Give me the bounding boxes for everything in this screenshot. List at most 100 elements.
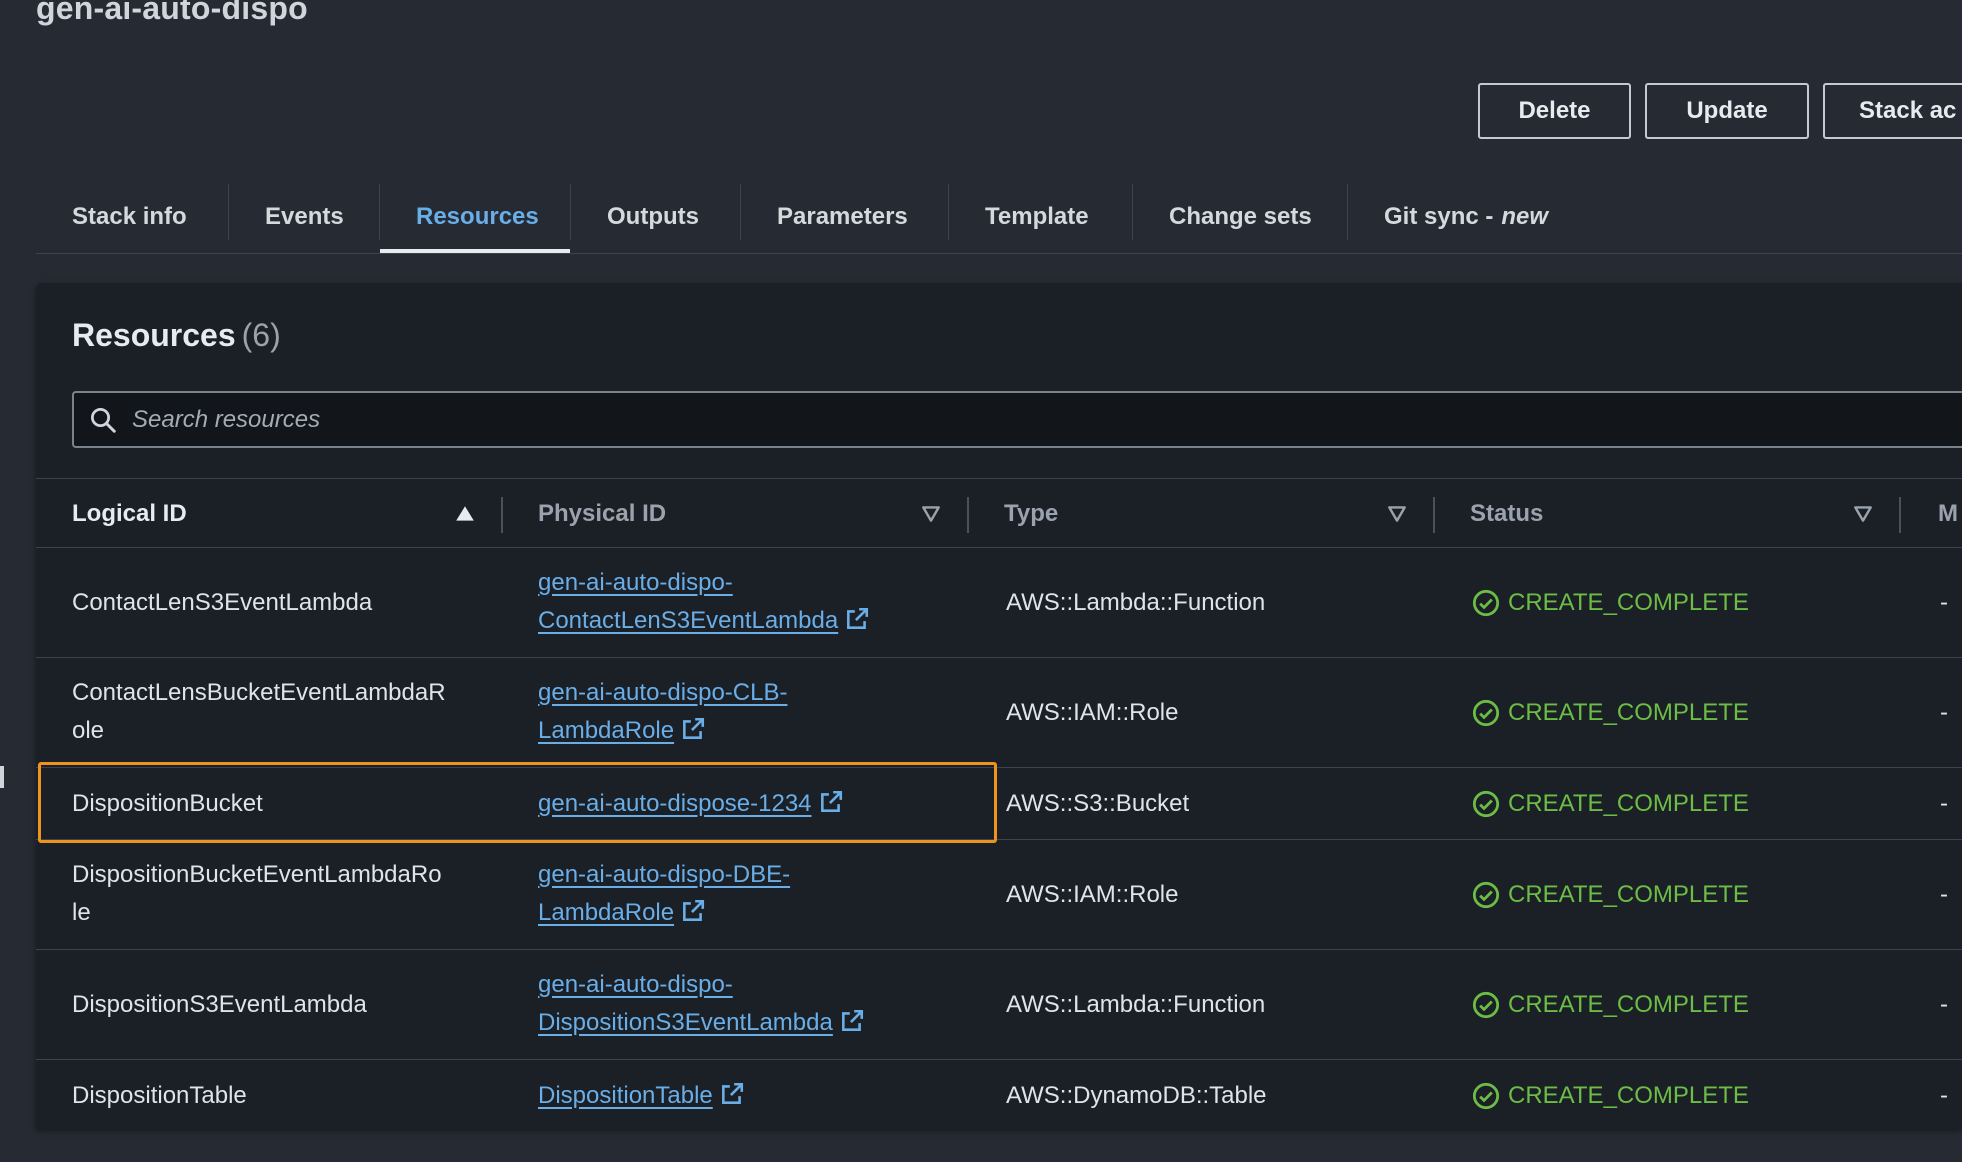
table-row: DispositionBucketEventLambdaRo le gen-ai-… [36, 840, 1962, 950]
tab-divider [228, 184, 229, 240]
tab-divider [379, 184, 380, 240]
new-badge: new [1501, 203, 1549, 230]
stack-actions-button[interactable]: Stack ac [1823, 83, 1962, 139]
column-header-type[interactable]: Type [1004, 479, 1058, 549]
tab-change-sets[interactable]: Change sets [1169, 184, 1312, 250]
table-header: Logical ID Physical ID Type Status M [36, 478, 1962, 548]
tab-git-sync-label: Git sync - [1384, 203, 1494, 230]
sort-toggle-icon[interactable] [1852, 503, 1874, 525]
status-text: CREATE_COMPLETE [1508, 589, 1749, 616]
resources-heading: Resources (6) [72, 317, 281, 354]
sort-toggle-icon[interactable] [1386, 503, 1408, 525]
tab-parameters[interactable]: Parameters [777, 184, 908, 250]
sort-ascending-icon[interactable] [454, 503, 476, 525]
success-icon [1472, 699, 1500, 727]
column-header-physical-id[interactable]: Physical ID [538, 479, 666, 549]
status-cell: CREATE_COMPLETE [1472, 876, 1892, 914]
more-cell: - [1940, 790, 1948, 817]
table-row: DispositionS3EventLambda gen-ai-auto-dis… [36, 950, 1962, 1060]
tab-outputs[interactable]: Outputs [607, 184, 699, 250]
external-link-icon[interactable] [844, 606, 870, 632]
more-cell: - [1940, 699, 1948, 726]
table-row: DispositionTable DispositionTable AWS::D… [36, 1060, 1962, 1132]
physical-id-link[interactable]: DispositionTable [538, 1082, 713, 1109]
column-separator[interactable] [1433, 497, 1435, 533]
status-text: CREATE_COMPLETE [1508, 881, 1749, 908]
physical-id-link[interactable]: gen-ai-auto-dispose-1234 [538, 790, 812, 817]
type-cell: AWS::S3::Bucket [1006, 790, 1190, 817]
logical-id-cell: ContactLenS3EventLambda [72, 589, 373, 616]
status-text: CREATE_COMPLETE [1508, 1082, 1749, 1109]
tab-stack-info[interactable]: Stack info [72, 184, 187, 250]
external-link-icon[interactable] [680, 898, 706, 924]
column-header-more[interactable]: M [1938, 479, 1958, 549]
status-text: CREATE_COMPLETE [1508, 790, 1749, 817]
search-icon [91, 407, 116, 433]
column-separator[interactable] [967, 497, 969, 533]
type-cell: AWS::IAM::Role [1006, 881, 1179, 908]
status-cell: CREATE_COMPLETE [1472, 785, 1892, 823]
status-text: CREATE_COMPLETE [1508, 699, 1749, 726]
success-icon [1472, 991, 1500, 1019]
success-icon [1472, 589, 1500, 617]
tab-divider [570, 184, 571, 240]
tab-divider [1132, 184, 1133, 240]
external-link-icon[interactable] [839, 1008, 865, 1034]
tab-resources[interactable]: Resources [416, 184, 539, 250]
external-link-icon[interactable] [719, 1081, 745, 1107]
more-cell: - [1940, 589, 1948, 616]
physical-id-cell: gen-ai-auto-dispose-1234 [538, 785, 968, 823]
success-icon [1472, 881, 1500, 909]
column-separator[interactable] [501, 497, 503, 533]
type-cell: AWS::DynamoDB::Table [1006, 1082, 1267, 1109]
tab-divider [740, 184, 741, 240]
resources-panel: Resources(6) Logical ID Physical ID Type [36, 283, 1962, 1129]
sort-toggle-icon[interactable] [920, 503, 942, 525]
success-icon [1472, 1082, 1500, 1110]
table-row: DispositionBucket gen-ai-auto-dispose-12… [36, 768, 1962, 840]
physical-id-cell: DispositionTable [538, 1077, 968, 1115]
left-edge-marker [0, 766, 4, 788]
physical-id-link[interactable]: gen-ai-auto-dispo-DBE- LambdaRole [538, 861, 790, 926]
logical-id-cell: DispositionS3EventLambda [72, 991, 367, 1018]
column-separator[interactable] [1899, 497, 1901, 533]
page-title: gen-ai-auto-dispo [36, 0, 308, 26]
more-cell: - [1940, 881, 1948, 908]
logical-id-cell: ContactLensBucketEventLambdaR ole [72, 679, 446, 744]
physical-id-cell: gen-ai-auto-dispo-DBE- LambdaRole [538, 856, 968, 932]
table-row: ContactLensBucketEventLambdaR ole gen-ai-… [36, 658, 1962, 768]
column-header-status[interactable]: Status [1470, 479, 1543, 549]
tab-divider [948, 184, 949, 240]
resources-heading-label: Resources [72, 317, 236, 353]
physical-id-link[interactable]: gen-ai-auto-dispo- DispositionS3EventLamb… [538, 971, 833, 1036]
physical-id-cell: gen-ai-auto-dispo- ContactLenS3EventLambd… [538, 564, 968, 640]
physical-id-cell: gen-ai-auto-dispo- DispositionS3EventLamb… [538, 966, 968, 1042]
physical-id-link[interactable]: gen-ai-auto-dispo-CLB- LambdaRole [538, 679, 787, 744]
status-cell: CREATE_COMPLETE [1472, 986, 1892, 1024]
delete-button[interactable]: Delete [1478, 83, 1631, 139]
tab-divider [1347, 184, 1348, 240]
status-cell: CREATE_COMPLETE [1472, 1077, 1892, 1115]
resources-count: (6) [241, 317, 281, 353]
cloudformation-stack-page: gen-ai-auto-dispo Delete Update Stack ac… [0, 0, 1962, 1162]
more-cell: - [1940, 1082, 1948, 1109]
physical-id-link[interactable]: gen-ai-auto-dispo- ContactLenS3EventLambd… [538, 569, 838, 634]
column-header-logical-id[interactable]: Logical ID [72, 479, 187, 549]
logical-id-cell: DispositionTable [72, 1082, 247, 1109]
active-tab-indicator [380, 249, 570, 253]
more-cell: - [1940, 991, 1948, 1018]
table-row: ContactLenS3EventLambda gen-ai-auto-disp… [36, 548, 1962, 658]
type-cell: AWS::Lambda::Function [1006, 991, 1266, 1018]
tab-git-sync[interactable]: Git sync - new [1384, 184, 1548, 250]
tab-template[interactable]: Template [985, 184, 1089, 250]
tab-events[interactable]: Events [265, 184, 344, 250]
search-input[interactable] [130, 404, 1830, 435]
stack-tabs: Stack info Events Resources Outputs Para… [36, 170, 1962, 254]
status-cell: CREATE_COMPLETE [1472, 584, 1892, 622]
success-icon [1472, 790, 1500, 818]
external-link-icon[interactable] [818, 789, 844, 815]
update-button[interactable]: Update [1645, 83, 1809, 139]
external-link-icon[interactable] [680, 716, 706, 742]
status-cell: CREATE_COMPLETE [1472, 694, 1892, 732]
logical-id-cell: DispositionBucketEventLambdaRo le [72, 861, 442, 926]
